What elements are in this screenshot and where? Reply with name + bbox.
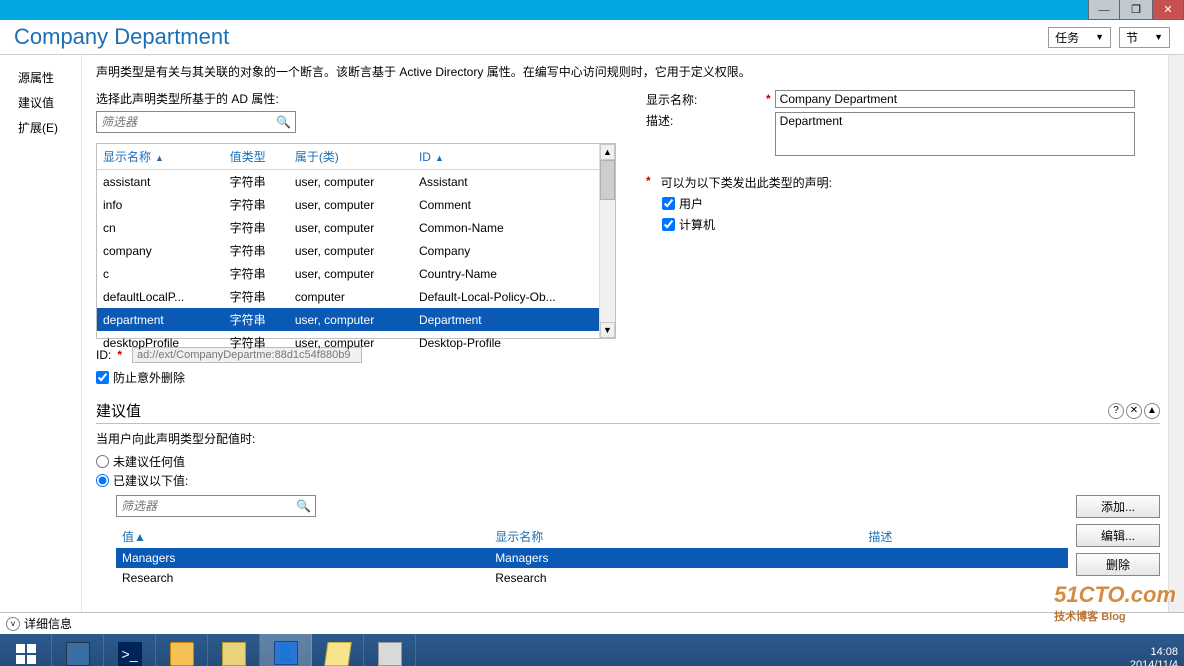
sidebar-item-ext[interactable]: 扩展(E) [18, 115, 81, 140]
sv-col-desc[interactable]: 描述 [862, 525, 1068, 548]
protect-checkbox[interactable]: 防止意外删除 [96, 369, 616, 386]
main-scrollbar[interactable] [1168, 55, 1184, 612]
required-marker: * [766, 92, 771, 106]
table-row[interactable]: department字符串user, computerDepartment [97, 308, 615, 331]
col-displayname[interactable]: 显示名称▲ [97, 144, 224, 170]
list-item[interactable]: ManagersManagers [116, 548, 1068, 568]
col-id[interactable]: ID▲ [413, 144, 615, 170]
issue-label: 可以为以下类发出此类型的声明: [661, 174, 832, 191]
table-row[interactable]: company字符串user, computerCompany [97, 239, 615, 262]
tray-time: 14:08 [1130, 646, 1178, 659]
edit-button[interactable]: 编辑... [1076, 524, 1160, 547]
app-icon-2[interactable]: 👤 [260, 634, 312, 666]
intro-text: 声明类型是有关与其关联的对象的一个断言。该断言基于 Active Directo… [96, 63, 1160, 80]
titlebar: — ❐ ✕ [0, 0, 1184, 20]
close-button[interactable]: ✕ [1152, 0, 1184, 20]
close-section-icon[interactable]: ✕ [1126, 403, 1142, 419]
ad-attr-label: 选择此声明类型所基于的 AD 属性: [96, 90, 616, 107]
filter-input[interactable] [101, 115, 276, 129]
tasks-dropdown[interactable]: 任务▼ [1048, 27, 1111, 48]
table-row[interactable]: cn字符串user, computerCommon-Name [97, 216, 615, 239]
list-item[interactable]: ResearchResearch [116, 568, 1068, 588]
table-row[interactable]: c字符串user, computerCountry-Name [97, 262, 615, 285]
radio-values[interactable]: 已建议以下值: [96, 472, 1160, 489]
sidebar-item-source[interactable]: 源属性 [18, 65, 81, 90]
explorer-icon[interactable] [156, 634, 208, 666]
col-valuetype[interactable]: 值类型 [224, 144, 289, 170]
user-checkbox[interactable]: 用户 [662, 195, 1160, 212]
suggest-filter[interactable]: 🔍 [116, 495, 316, 517]
description-label: 描述: [646, 112, 766, 129]
section-dropdown[interactable]: 节▼ [1119, 27, 1170, 48]
maximize-button[interactable]: ❐ [1120, 0, 1152, 20]
attribute-table[interactable]: 显示名称▲ 值类型 属于(类) ID▲ assistant字符串user, co… [97, 144, 615, 354]
app-icon-4[interactable] [364, 634, 416, 666]
scroll-down-icon[interactable]: ▼ [600, 322, 615, 338]
scroll-thumb[interactable] [600, 160, 615, 200]
required-marker: * [646, 174, 651, 188]
suggest-table[interactable]: 值▲ 显示名称 描述 ManagersManagersResearchResea… [116, 525, 1068, 588]
description-input[interactable]: Department [775, 112, 1135, 156]
filter-box[interactable]: 🔍 [96, 111, 296, 133]
sv-col-name[interactable]: 显示名称 [489, 525, 862, 548]
page-title: Company Department [14, 24, 229, 50]
suggest-title: 建议值 [96, 400, 141, 421]
radio-none[interactable]: 未建议任何值 [96, 453, 1160, 470]
powershell-icon[interactable]: >_ [104, 634, 156, 666]
computer-checkbox[interactable]: 计算机 [662, 216, 1160, 233]
tray-date: 2014/11/4 [1130, 659, 1178, 666]
col-belongs[interactable]: 属于(类) [289, 144, 413, 170]
delete-button[interactable]: 删除 [1076, 553, 1160, 576]
sv-col-value[interactable]: 值▲ [116, 525, 489, 548]
main-content: 声明类型是有关与其关联的对象的一个断言。该断言基于 Active Directo… [82, 55, 1168, 612]
displayname-input[interactable] [775, 90, 1135, 108]
system-tray[interactable]: 14:08 2014/11/4 [1130, 646, 1178, 666]
server-manager-icon[interactable] [52, 634, 104, 666]
collapse-icon[interactable]: ▲ [1144, 403, 1160, 419]
add-button[interactable]: 添加... [1076, 495, 1160, 518]
table-row[interactable]: info字符串user, computerComment [97, 193, 615, 216]
sidebar: 源属性 建议值 扩展(E) [0, 55, 82, 612]
sidebar-item-suggest[interactable]: 建议值 [18, 90, 81, 115]
app-icon-3[interactable] [312, 634, 364, 666]
taskbar: >_ 👤 14:08 2014/11/4 [0, 634, 1184, 666]
search-icon[interactable]: 🔍 [296, 499, 311, 513]
scroll-up-icon[interactable]: ▲ [600, 144, 615, 160]
displayname-label: 显示名称: [646, 91, 766, 108]
page-header: Company Department 任务▼ 节▼ [0, 20, 1184, 55]
suggest-filter-input[interactable] [121, 499, 296, 513]
table-row[interactable]: assistant字符串user, computerAssistant [97, 170, 615, 194]
details-bar[interactable]: ˅ 详细信息 [0, 612, 1184, 634]
start-button[interactable] [0, 634, 52, 666]
suggest-prompt: 当用户向此声明类型分配值时: [96, 430, 1160, 447]
expand-icon[interactable]: ˅ [6, 617, 20, 631]
help-icon[interactable]: ? [1108, 403, 1124, 419]
table-scrollbar[interactable]: ▲ ▼ [599, 144, 615, 338]
table-row[interactable]: defaultLocalP...字符串computerDefault-Local… [97, 285, 615, 308]
search-icon[interactable]: 🔍 [276, 115, 291, 129]
app-icon-1[interactable] [208, 634, 260, 666]
minimize-button[interactable]: — [1088, 0, 1120, 20]
table-row[interactable]: desktopProfile字符串user, computerDesktop-P… [97, 331, 615, 354]
